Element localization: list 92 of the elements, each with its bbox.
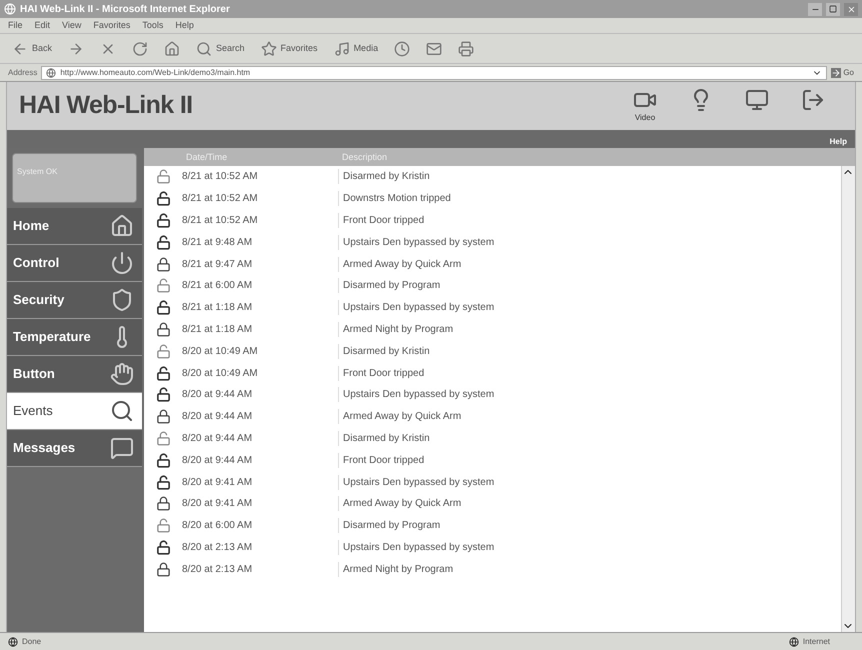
menu-item[interactable]: File [8, 18, 23, 32]
table-cell-text: 8/21 at 6:00 AM [182, 279, 254, 294]
browser-icon [4, 3, 16, 15]
menu-item[interactable]: View [62, 18, 82, 32]
open-lock-icon [156, 278, 170, 294]
nav-item[interactable]: Control [7, 245, 142, 282]
open-lock-icon [156, 191, 170, 206]
open-lock-icon [156, 366, 170, 381]
table-cell-text: 8/21 at 9:47 AM [182, 258, 254, 272]
scrollbar[interactable] [841, 166, 855, 632]
video-button[interactable]: Video [627, 88, 663, 124]
nav-item[interactable]: Home [7, 208, 142, 245]
open-lock-icon [156, 169, 170, 184]
open-lock-icon [156, 212, 170, 228]
open-lock-icon [156, 387, 170, 402]
close-icon [846, 4, 856, 14]
lock-icon [156, 256, 170, 272]
zone-text: Internet [802, 636, 831, 648]
table-cell-text: 8/21 at 10:52 AM [182, 170, 259, 184]
window-title: HAI Web-Link II - Microsoft Internet Explorer [20, 2, 230, 16]
open-lock-icon [156, 344, 170, 359]
table-cell-text: 8/20 at 2:13 AM [182, 562, 254, 577]
open-lock-icon [156, 234, 170, 250]
close-button[interactable] [844, 2, 858, 16]
table-cell-text: 8/20 at 2:13 AM [182, 540, 254, 555]
lock-icon [156, 562, 170, 577]
open-lock-icon [156, 452, 170, 468]
address-field[interactable]: http://www.homeauto.com/Web-Link/demo3/main.htm [41, 66, 828, 80]
favorites-button[interactable]: Favorites [256, 40, 322, 56]
table-cell-text: 8/20 at 9:41 AM [182, 476, 254, 490]
back-icon [12, 40, 28, 56]
open-lock-icon [156, 540, 170, 555]
magnifier-icon [110, 399, 134, 423]
music-icon [334, 40, 350, 56]
table-cell-text: 8/21 at 9:48 AM [182, 236, 254, 250]
table-cell-text: 8/20 at 6:00 AM [182, 519, 254, 534]
maximize-button[interactable] [826, 2, 840, 16]
lock-icon [156, 322, 170, 337]
maximize-icon [829, 5, 837, 13]
nav-item[interactable]: Button [7, 356, 142, 393]
open-lock-icon [156, 518, 170, 534]
menu-item[interactable]: Favorites [93, 18, 130, 32]
media-button[interactable]: Media [330, 40, 382, 56]
lock-icon [156, 496, 170, 512]
table-cell-text: 8/20 at 9:44 AM [182, 454, 254, 468]
search-icon [196, 40, 212, 56]
power-icon [110, 251, 134, 275]
table-cell-text: 8/20 at 10:49 AM [182, 366, 259, 381]
menu-item[interactable]: Help [175, 18, 194, 32]
status-text: Done [22, 636, 42, 648]
table-cell-text: 8/20 at 10:49 AM [182, 344, 259, 359]
search-button[interactable]: Search [192, 40, 249, 56]
table-cell-text: 8/21 at 10:52 AM [182, 192, 259, 206]
monitor-icon [745, 88, 769, 112]
globe-icon [788, 636, 799, 646]
refresh-icon [132, 40, 148, 56]
table-cell-text: 8/21 at 10:52 AM [182, 214, 259, 228]
printer-icon [458, 40, 474, 56]
table-cell-text: 8/20 at 9:44 AM [182, 410, 254, 424]
help-link[interactable]: Help [830, 136, 847, 148]
table-cell-text: 8/20 at 9:44 AM [182, 388, 254, 402]
open-lock-icon [156, 430, 170, 446]
nav-item[interactable]: Temperature [7, 319, 142, 356]
menu-item[interactable]: Edit [34, 18, 50, 32]
star-icon [260, 40, 277, 56]
table-cell-text: 8/20 at 9:41 AM [182, 497, 254, 512]
minimize-button[interactable] [808, 2, 822, 16]
app-title: HAI Web-Link II [19, 90, 192, 122]
column-header: Date/Time [185, 151, 228, 164]
nav-item[interactable]: Messages [7, 430, 142, 467]
table-cell-text: 8/20 at 9:44 AM [182, 432, 254, 446]
address-label: Address [8, 66, 38, 78]
hand-icon [110, 362, 134, 386]
nav-item[interactable]: Security [7, 282, 142, 319]
shield-icon [110, 288, 134, 312]
open-lock-icon [156, 300, 170, 316]
mail-icon [426, 40, 442, 56]
clock-icon [394, 40, 410, 56]
table-cell-text: 8/21 at 1:18 AM [182, 301, 254, 316]
nav-item[interactable]: Events [7, 393, 142, 430]
page-icon [8, 636, 18, 646]
go-button[interactable]: Go [831, 66, 854, 78]
menu-item[interactable]: Tools [142, 18, 164, 32]
table-cell-text: 8/21 at 1:18 AM [182, 322, 254, 337]
lock-icon [156, 409, 170, 424]
home-icon [164, 40, 180, 56]
back-button[interactable]: Back [8, 40, 56, 56]
exit-icon [801, 88, 825, 112]
column-header: Description [341, 151, 388, 164]
page-icon [46, 68, 56, 78]
open-lock-icon [156, 474, 170, 490]
house-icon [110, 214, 134, 238]
